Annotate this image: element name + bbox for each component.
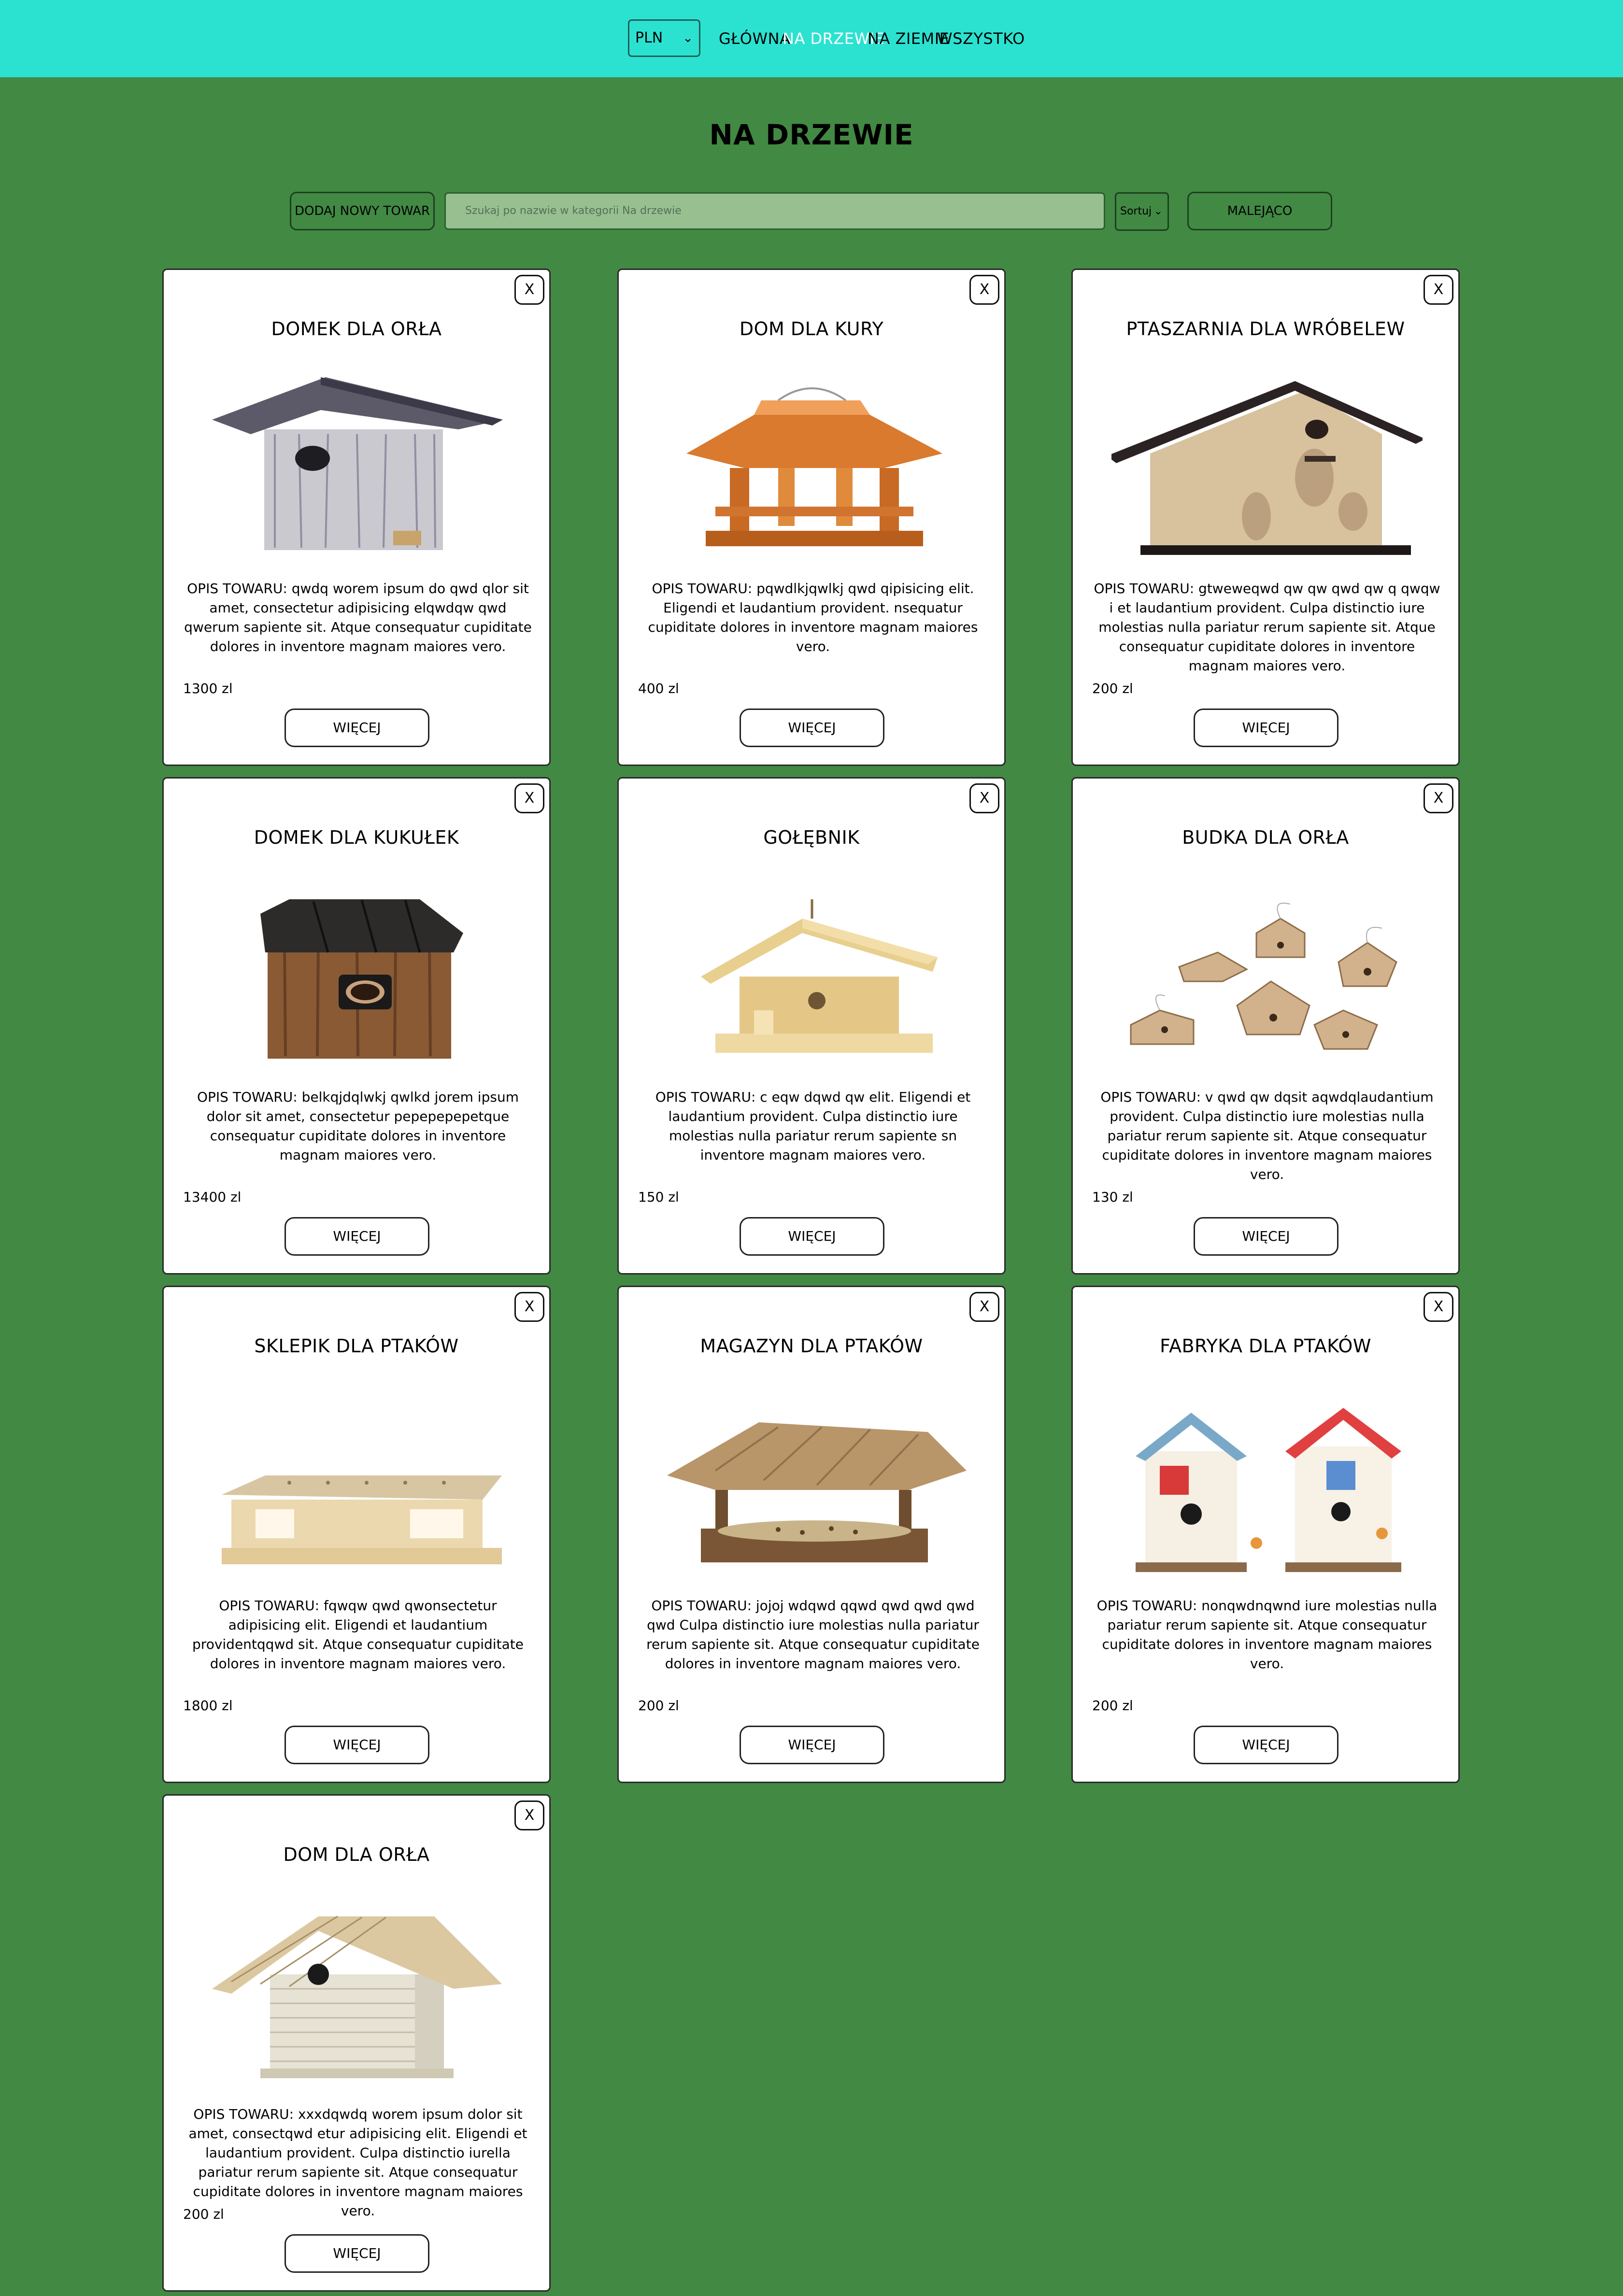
product-card: X GOŁĘBNIK OPIS TOWARU: c eqw dqwd qw el…: [617, 777, 1006, 1275]
delete-product-button[interactable]: X: [969, 783, 999, 813]
product-card: X DOM DLA KURY OPIS TOWARU: pqwdlkjqwlkj…: [617, 269, 1006, 766]
bird-feeder-seeds-icon: [667, 1422, 967, 1562]
top-navigation: PLN ⌄ GŁÓWNA NA DRZEWIE NA ZIEMIE WSZYST…: [0, 0, 1623, 77]
product-card: X DOMEK DLA KUKUŁEK OPIS TOWARU: belkqjd…: [162, 777, 551, 1275]
more-button[interactable]: WIĘCEJ: [285, 2234, 429, 2273]
birdhouse-painted-icon: [1136, 1408, 1401, 1572]
currency-select[interactable]: PLN ⌄: [628, 19, 700, 57]
product-card: X MAGAZYN DLA PTAKÓW OPIS TOWARU: jojoj …: [617, 1286, 1006, 1783]
nav-link-wszystko[interactable]: WSZYSTKO: [937, 28, 1025, 49]
birdhouse-grey-icon: [212, 377, 503, 550]
product-title: GOŁĘBNIK: [763, 827, 860, 848]
product-title: DOMEK DLA KUKUŁEK: [254, 827, 459, 848]
product-price: 400 zl: [638, 680, 679, 696]
product-description: OPIS TOWARU: gtweweqwd qw qw qwd qw q qw…: [1094, 581, 1440, 674]
product-title: DOMEK DLA ORŁA: [271, 318, 442, 340]
product-description: OPIS TOWARU: c eqw dqwd qw elit. Eligend…: [655, 1089, 971, 1163]
product-price: 1300 zl: [183, 680, 233, 696]
sort-select-label: Sortuj: [1120, 205, 1152, 217]
add-product-button[interactable]: DODAJ NOWY TOWAR: [290, 192, 435, 230]
chevron-down-icon: ⌄: [683, 31, 693, 45]
product-price: 1800 zl: [183, 1698, 233, 1714]
chevron-down-icon: ⌄: [1153, 205, 1163, 217]
product-price: 150 zl: [638, 1189, 679, 1205]
delete-product-button[interactable]: X: [514, 1292, 544, 1322]
product-card: X SKLEPIK DLA PTAKÓW OPIS TOWARU: fqwqw …: [162, 1286, 551, 1783]
search-input[interactable]: Szukaj po nazwie w kategorii Na drzewie: [444, 192, 1105, 230]
more-button[interactable]: WIĘCEJ: [740, 709, 884, 747]
product-title: PTASZARNIA DLA WRÓBELEW: [1126, 318, 1405, 340]
more-button[interactable]: WIĘCEJ: [1194, 709, 1338, 747]
product-description: OPIS TOWARU: v qwd qw dqsit aqwdqlaudant…: [1100, 1089, 1434, 1182]
more-button[interactable]: WIĘCEJ: [740, 1726, 884, 1764]
birdhouse-white-icon: [212, 1915, 502, 2078]
bird-feeder-pine-icon: [701, 899, 938, 1053]
product-description: OPIS TOWARU: xxxdqwdq worem ipsum dolor …: [188, 2106, 527, 2219]
product-title: MAGAZYN DLA PTAKÓW: [700, 1335, 923, 1357]
page-title: NA DRZEWIE: [709, 118, 914, 151]
product-card: X FABRYKA DLA PTAKÓW OPIS TOWARU: nonqwd…: [1071, 1286, 1460, 1783]
product-price: 13400 zl: [183, 1189, 242, 1205]
more-button[interactable]: WIĘCEJ: [285, 709, 429, 747]
birdhouse-brown-icon: [260, 899, 463, 1059]
delete-product-button[interactable]: X: [514, 1800, 544, 1830]
product-title: SKLEPIK DLA PTAKÓW: [254, 1335, 459, 1357]
product-price: 200 zl: [1092, 680, 1133, 696]
more-button[interactable]: WIĘCEJ: [1194, 1726, 1338, 1764]
product-card: X BUDKA DLA ORŁA OPIS TOWARU: v qwd qw d…: [1071, 777, 1460, 1275]
product-description: OPIS TOWARU: jojoj wdqwd qqwd qwd qwd qw…: [646, 1598, 980, 1672]
product-card: X DOM DLA ORŁA OPIS TOWARU: xxxdqwdq wor…: [162, 1794, 551, 2292]
more-button[interactable]: WIĘCEJ: [740, 1217, 884, 1256]
more-button[interactable]: WIĘCEJ: [1194, 1217, 1338, 1256]
product-description: OPIS TOWARU: fqwqw qwd qwonsectetur adip…: [192, 1598, 524, 1672]
bird-feeder-open-icon: [222, 1475, 502, 1564]
delete-product-button[interactable]: X: [969, 1292, 999, 1322]
product-description: OPIS TOWARU: qwdq worem ipsum do qwd qlo…: [184, 581, 532, 654]
birdhouse-set-icon: [1130, 903, 1397, 1050]
birdhouse-wide-icon: [1111, 381, 1423, 555]
delete-product-button[interactable]: X: [514, 783, 544, 813]
product-title: DOM DLA KURY: [739, 318, 884, 340]
delete-product-button[interactable]: X: [1424, 275, 1453, 305]
product-price: 200 zl: [1092, 1698, 1133, 1714]
sort-select[interactable]: Sortuj ⌄: [1115, 192, 1169, 231]
nav-link-glowna[interactable]: GŁÓWNA: [719, 28, 790, 49]
product-price: 130 zl: [1092, 1189, 1133, 1205]
product-price: 200 zl: [638, 1698, 679, 1714]
delete-product-button[interactable]: X: [1424, 783, 1453, 813]
more-button[interactable]: WIĘCEJ: [285, 1726, 429, 1764]
bird-feeder-orange-icon: [686, 387, 942, 546]
delete-product-button[interactable]: X: [969, 275, 999, 305]
product-title: FABRYKA DLA PTAKÓW: [1160, 1335, 1371, 1357]
product-card: X PTASZARNIA DLA WRÓBELEW OPIS TOWARU: g…: [1071, 269, 1460, 766]
delete-product-button[interactable]: X: [514, 275, 544, 305]
more-button[interactable]: WIĘCEJ: [285, 1217, 429, 1256]
product-price: 200 zl: [183, 2206, 224, 2222]
product-description: OPIS TOWARU: belkqjdqlwkj qwlkd jorem ip…: [197, 1089, 519, 1163]
currency-value: PLN: [635, 29, 663, 46]
product-title: BUDKA DLA ORŁA: [1182, 827, 1349, 848]
product-description: OPIS TOWARU: pqwdlkjqwlkj qwd qipisicing…: [648, 581, 978, 654]
sort-order-button[interactable]: MALEJĄCO: [1187, 192, 1332, 230]
delete-product-button[interactable]: X: [1424, 1292, 1453, 1322]
product-card: X DOMEK DLA ORŁA OPIS TOWARU: qwdq worem…: [162, 269, 551, 766]
product-title: DOM DLA ORŁA: [283, 1844, 430, 1865]
product-description: OPIS TOWARU: nonqwdnqwnd iure molestias …: [1096, 1598, 1438, 1672]
